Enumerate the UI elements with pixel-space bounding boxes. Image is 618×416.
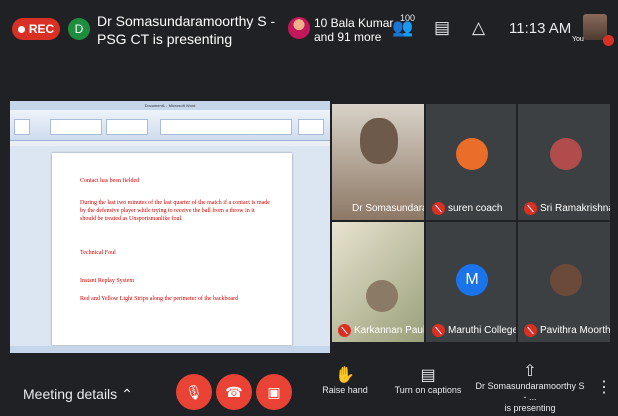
participant-tile[interactable]: suren coach [426,104,516,220]
captions-button[interactable]: ▤ Turn on captions [392,367,464,396]
camera-off-button[interactable]: ▣ [256,374,292,410]
doc-line: Red and Yellow Light Strips along the pe… [80,296,239,302]
record-dot-icon [17,25,25,33]
captions-icon: ▤ [420,367,436,384]
recording-badge: REC [12,18,60,40]
self-muted-icon [603,35,614,46]
activities-icon[interactable]: △ [472,18,485,38]
participant-video [366,280,398,312]
presenting-line2: is presenting [504,403,556,413]
raise-hand-button[interactable]: ✋ Raise hand [318,367,372,396]
participant-video [360,118,398,164]
you-label: You [572,36,584,43]
others-line1: 10 Bala Kumar [314,16,394,30]
captions-label: Turn on captions [394,385,462,395]
muted-icon [432,324,445,337]
participant-name: suren coach [448,203,503,214]
hangup-icon: ☎ [225,383,243,400]
participant-tile[interactable]: Sri Ramakrishna ... [518,104,610,220]
presenter-text: Dr Somasundaramoorthy S - PSG CT is pres… [97,13,276,47]
speaker-avatar [288,17,310,39]
doc-line: Technical Foul [80,250,116,256]
mic-off-button[interactable]: 🎙 [176,374,212,410]
leave-call-button[interactable]: ☎ [216,374,252,410]
participant-tile[interactable]: M Maruthi College [426,222,516,342]
participant-avatar [550,138,582,170]
word-ribbon [10,110,330,141]
muted-icon [338,324,351,337]
people-count: 100 [400,13,416,23]
presenting-button[interactable]: ⇧ Dr Somasundaramoorthy S - ... is present… [474,363,586,414]
present-icon: ⇧ [523,363,537,380]
raise-hand-label: Raise hand [322,385,368,395]
muted-icon [524,324,537,337]
participant-name: Dr Somasundara... [352,203,424,214]
muted-icon [524,202,537,215]
doc-line: Instant Replay System [80,278,134,284]
doc-paragraph: During the last two minutes of the last … [80,200,270,222]
bottom-bar: Meeting details ⌃ 🎙 ☎ ▣ ✋ Raise hand ▤ Tur… [0,358,618,416]
participant-avatar [550,264,582,296]
word-statusbar [10,346,330,353]
top-bar: REC D Dr Somasundaramoorthy S - PSG CT i… [0,0,618,62]
doc-line: Contact has been fielded [80,178,140,184]
muted-icon [432,202,445,215]
participant-tile[interactable]: Pavithra Moorthy [518,222,610,342]
participant-avatar [456,138,488,170]
participant-tile[interactable]: Dr Somasundara... [332,104,424,220]
shared-screen: Document1 - Microsoft Word Contact has b… [10,101,330,353]
word-title: Document1 - Microsoft Word [10,101,330,110]
participant-avatar: M [456,264,488,296]
mic-off-icon: 🎙 [185,383,203,400]
others-count[interactable]: 10 Bala Kumar and 91 more [314,16,393,44]
word-page: Contact has been fielded During the last… [52,153,292,345]
participant-name: Karkannan Paulraj [354,325,424,336]
others-line2: and 91 more [314,30,382,44]
presenter-avatar: D [68,18,90,40]
participant-name: Maruthi College [448,325,516,336]
participant-name: Sri Ramakrishna ... [540,203,610,214]
meeting-details-button[interactable]: Meeting details ⌃ [23,386,133,403]
participant-tile[interactable]: Karkannan Paulraj [332,222,424,342]
camera-off-icon: ▣ [267,383,281,400]
clock: 11:13 AM [509,20,572,37]
chevron-up-icon: ⌃ [121,386,133,402]
more-options-icon[interactable]: ⋮ [596,380,612,396]
chat-icon[interactable]: ▤ [434,18,450,38]
rec-label: REC [28,22,55,36]
hand-icon: ✋ [335,367,355,384]
word-ruler [10,141,330,146]
participant-name: Pavithra Moorthy [540,325,610,336]
presenting-line1: Dr Somasundaramoorthy S - ... [475,381,585,402]
meeting-details-label: Meeting details [23,386,118,402]
